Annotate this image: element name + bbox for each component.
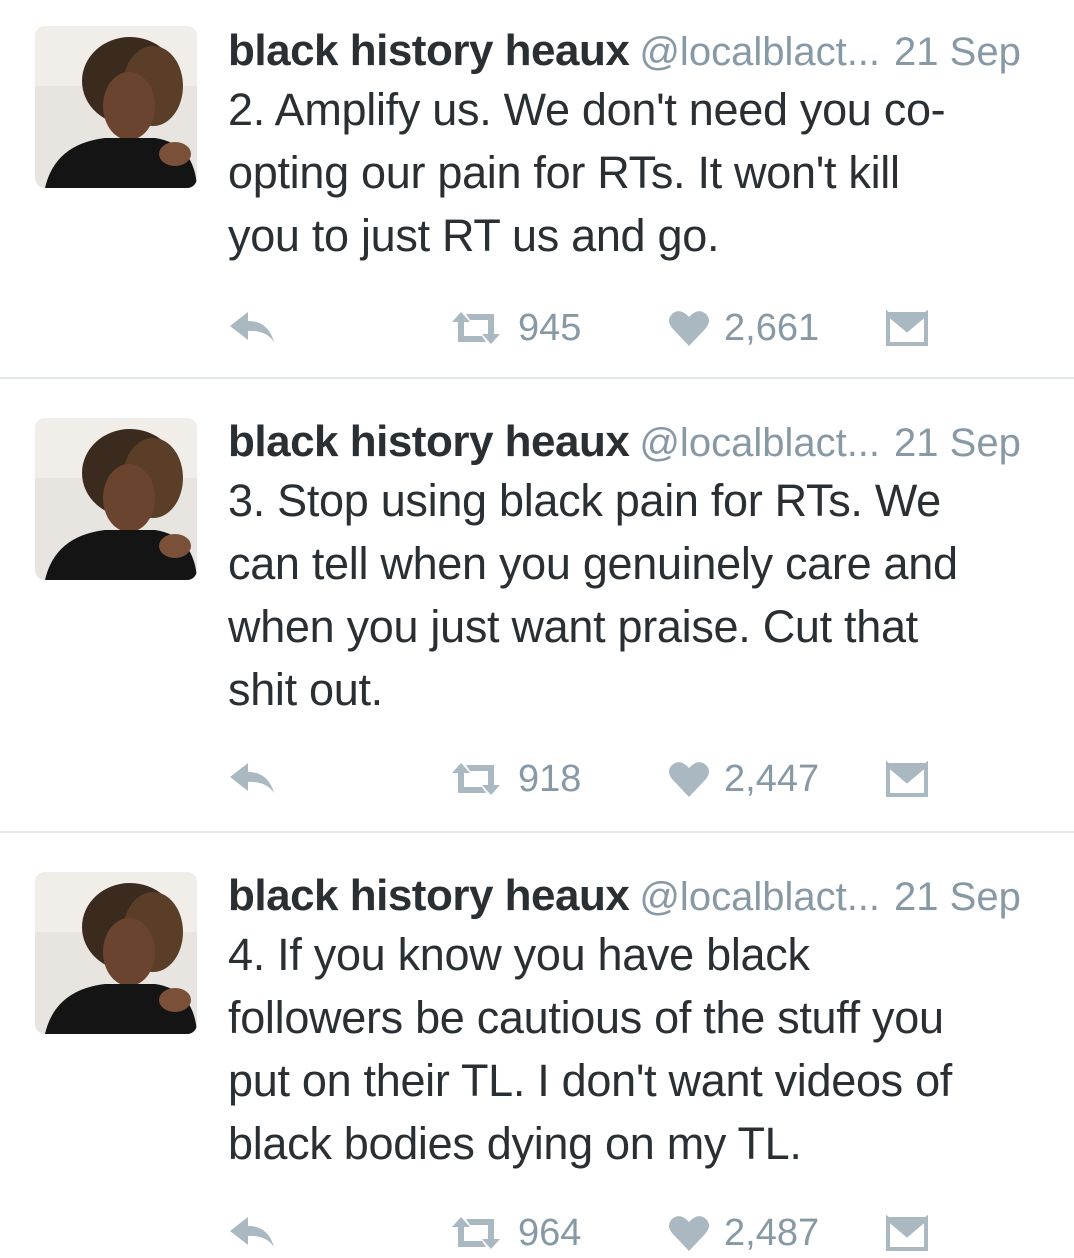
reply-icon xyxy=(230,763,274,793)
like-count: 2,487 xyxy=(724,1212,820,1254)
tweet-text: 4. If you know you have black followers … xyxy=(228,923,1048,1175)
timestamp[interactable]: 21 Sep xyxy=(894,30,1021,74)
divider xyxy=(0,377,1074,379)
retweet-button[interactable]: 964 xyxy=(448,1208,581,1258)
retweet-icon xyxy=(452,1217,500,1249)
retweet-button[interactable]: 918 xyxy=(448,754,581,804)
tweet-header: black history heaux @localblact... 21 Sep xyxy=(228,413,1058,471)
tweet-text-line: 2. Amplify us. We don't need you co- xyxy=(228,84,946,135)
like-button[interactable]: 2,661 xyxy=(668,303,819,353)
direct-message-button[interactable] xyxy=(886,303,928,353)
reply-button[interactable] xyxy=(228,754,276,804)
envelope-icon xyxy=(886,761,928,797)
user-handle[interactable]: @localblact... xyxy=(639,875,880,919)
display-name[interactable]: black history heaux xyxy=(228,871,630,920)
reply-icon xyxy=(230,1217,274,1247)
display-name[interactable]: black history heaux xyxy=(228,26,630,75)
retweet-button[interactable]: 945 xyxy=(448,303,581,353)
reply-button[interactable] xyxy=(228,1208,276,1258)
heart-icon xyxy=(669,311,709,346)
tweet-text-line: put on their TL. I don't want videos of xyxy=(228,1055,953,1106)
direct-message-button[interactable] xyxy=(886,1208,928,1258)
avatar[interactable] xyxy=(35,26,197,188)
reply-button[interactable] xyxy=(228,303,276,353)
user-handle[interactable]: @localblact... xyxy=(639,30,880,74)
retweet-count: 964 xyxy=(518,1212,582,1254)
tweet-actions: 945 2,661 xyxy=(228,303,988,353)
tweet-text-line: 4. If you know you have black xyxy=(228,929,810,980)
avatar[interactable] xyxy=(35,418,197,580)
retweet-count: 918 xyxy=(518,758,582,800)
tweet-text-line: black bodies dying on my TL. xyxy=(228,1118,802,1169)
retweet-icon xyxy=(452,763,500,795)
tweet-text-line: can tell when you genuinely care and xyxy=(228,538,958,589)
envelope-icon xyxy=(886,310,928,346)
like-button[interactable]: 2,447 xyxy=(668,754,819,804)
like-count: 2,447 xyxy=(724,758,820,800)
heart-icon xyxy=(669,1216,709,1251)
tweet-actions: 964 2,487 xyxy=(228,1208,988,1258)
tweet-text-line: when you just want praise. Cut that xyxy=(228,601,918,652)
direct-message-button[interactable] xyxy=(886,754,928,804)
tweet-text-line: 3. Stop using black pain for RTs. We xyxy=(228,475,941,526)
reply-icon xyxy=(230,312,274,342)
retweet-icon xyxy=(452,312,500,344)
timestamp[interactable]: 21 Sep xyxy=(894,875,1021,919)
tweet-header: black history heaux @localblact... 21 Sep xyxy=(228,22,1058,80)
display-name[interactable]: black history heaux xyxy=(228,417,630,466)
tweet-text-line: shit out. xyxy=(228,664,383,715)
tweet-text-line: followers be cautious of the stuff you xyxy=(228,992,944,1043)
tweet-text-line: opting our pain for RTs. It won't kill xyxy=(228,147,900,198)
tweet-header: black history heaux @localblact... 21 Sep xyxy=(228,867,1058,925)
tweet-text-line: you to just RT us and go. xyxy=(228,210,720,261)
like-count: 2,661 xyxy=(724,307,820,349)
tweet-actions: 918 2,447 xyxy=(228,754,988,804)
retweet-count: 945 xyxy=(518,307,582,349)
like-button[interactable]: 2,487 xyxy=(668,1208,819,1258)
timestamp[interactable]: 21 Sep xyxy=(894,421,1021,465)
envelope-icon xyxy=(886,1215,928,1251)
avatar[interactable] xyxy=(35,872,197,1034)
tweet-text: 2. Amplify us. We don't need you co- opt… xyxy=(228,78,1048,267)
user-handle[interactable]: @localblact... xyxy=(639,421,880,465)
divider xyxy=(0,831,1074,833)
tweet-text: 3. Stop using black pain for RTs. We can… xyxy=(228,469,1048,721)
heart-icon xyxy=(669,762,709,797)
